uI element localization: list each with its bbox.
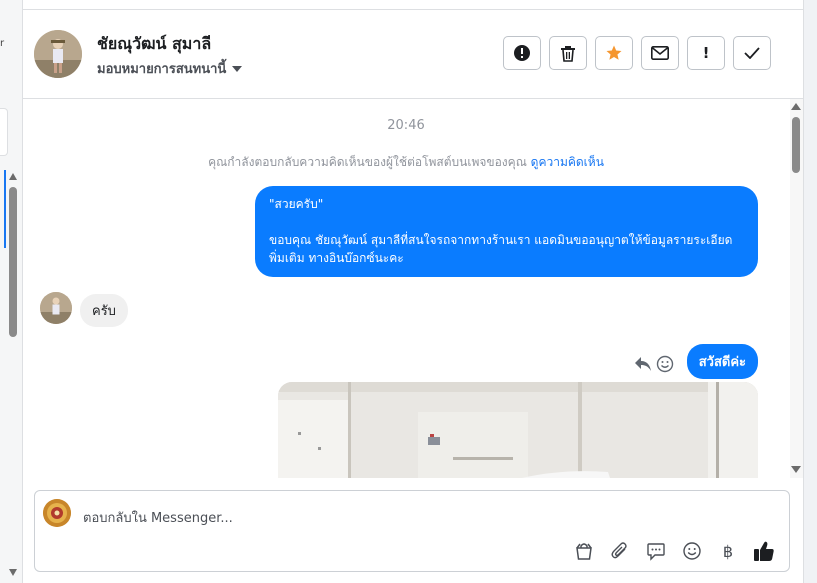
page-avatar — [43, 499, 71, 527]
left-scrollbar-thumb[interactable] — [9, 187, 17, 337]
star-icon — [606, 45, 622, 60]
spam-button[interactable]: ! — [687, 36, 725, 70]
like-icon — [754, 541, 774, 561]
header-actions: ! — [503, 36, 771, 70]
timestamp: 20:46 — [387, 118, 425, 133]
left-panel-mark: r — [0, 38, 5, 49]
incoming-message[interactable]: ครับ — [80, 294, 128, 327]
left-selection-indicator — [4, 170, 6, 248]
envelope-icon — [651, 46, 669, 60]
emoji-icon — [683, 542, 701, 560]
reply-icon[interactable] — [634, 356, 652, 372]
assign-dropdown[interactable]: มอบหมายการสนทนานี้ — [97, 58, 243, 79]
outgoing-message[interactable]: สวัสดีค่ะ — [686, 344, 758, 379]
conversation-area: 20:46 คุณกำลังตอบกลับความคิดเห็นของผู้ใช… — [22, 99, 790, 478]
attach-button[interactable] — [607, 539, 633, 563]
baht-icon: ฿ — [722, 541, 734, 561]
delete-button[interactable] — [549, 36, 587, 70]
left-panel-edge: r — [0, 0, 23, 583]
payment-button[interactable]: ฿ — [715, 539, 741, 563]
check-icon — [744, 47, 760, 59]
message-text: ขอบคุณ ชัยณุวัฒน์ สุมาลีที่สนใจรถจากทางร… — [269, 233, 733, 265]
composer-tools: ฿ — [571, 539, 777, 563]
notice-text: คุณกำลังตอบกลับความคิดเห็นของผู้ใช้ต่อโพ… — [208, 155, 527, 169]
conversation-scrollbar[interactable] — [790, 99, 803, 478]
contact-avatar-small — [40, 292, 72, 324]
star-button[interactable] — [595, 36, 633, 70]
left-scroll-down[interactable] — [9, 569, 17, 576]
conversation-header: ชัยณุวัฒน์ สุมาลี มอบหมายการสนทนานี้ ! — [22, 10, 803, 99]
caret-down-icon — [232, 65, 243, 72]
contact-name: ชัยณุวัฒน์ สุมาลี — [97, 34, 212, 53]
alert-circle-icon — [514, 45, 530, 61]
shop-button[interactable] — [571, 539, 597, 563]
mark-done-button[interactable] — [733, 36, 771, 70]
trash-icon — [561, 45, 575, 62]
message-composer[interactable]: ตอบกลับใน Messenger... ฿ — [34, 490, 790, 572]
scroll-up-arrow[interactable] — [791, 103, 801, 110]
outgoing-message[interactable]: "สวยครับ" ขอบคุณ ชัยณุวัฒน์ สุมาลีที่สนใ… — [255, 186, 758, 277]
message-hover-actions — [634, 355, 674, 373]
contact-avatar[interactable] — [34, 30, 82, 78]
paperclip-icon — [611, 542, 627, 559]
left-scroll-up[interactable] — [9, 173, 17, 180]
scrollbar-thumb[interactable] — [792, 117, 800, 173]
emoji-reaction-icon[interactable] — [656, 355, 674, 373]
comment-reply-notice: คุณกำลังตอบกลับความคิดเห็นของผู้ใช้ต่อโพ… — [22, 153, 790, 172]
emoji-button[interactable] — [679, 539, 705, 563]
view-comment-link[interactable]: ดูความคิดเห็น — [531, 155, 604, 169]
photo-attachment[interactable] — [278, 382, 758, 478]
scroll-down-arrow[interactable] — [791, 466, 801, 473]
block-button[interactable] — [503, 36, 541, 70]
left-panel-box — [0, 108, 8, 156]
assign-label: มอบหมายการสนทนานี้ — [97, 62, 227, 77]
quoted-comment: "สวยครับ" — [269, 197, 324, 211]
bag-icon — [576, 543, 592, 560]
exclamation-icon: ! — [702, 44, 710, 62]
right-edge — [803, 0, 817, 583]
mark-unread-button[interactable] — [641, 36, 679, 70]
like-button[interactable] — [751, 539, 777, 563]
saved-reply-icon — [647, 543, 665, 561]
composer-placeholder[interactable]: ตอบกลับใน Messenger... — [83, 507, 233, 528]
saved-reply-button[interactable] — [643, 539, 669, 563]
